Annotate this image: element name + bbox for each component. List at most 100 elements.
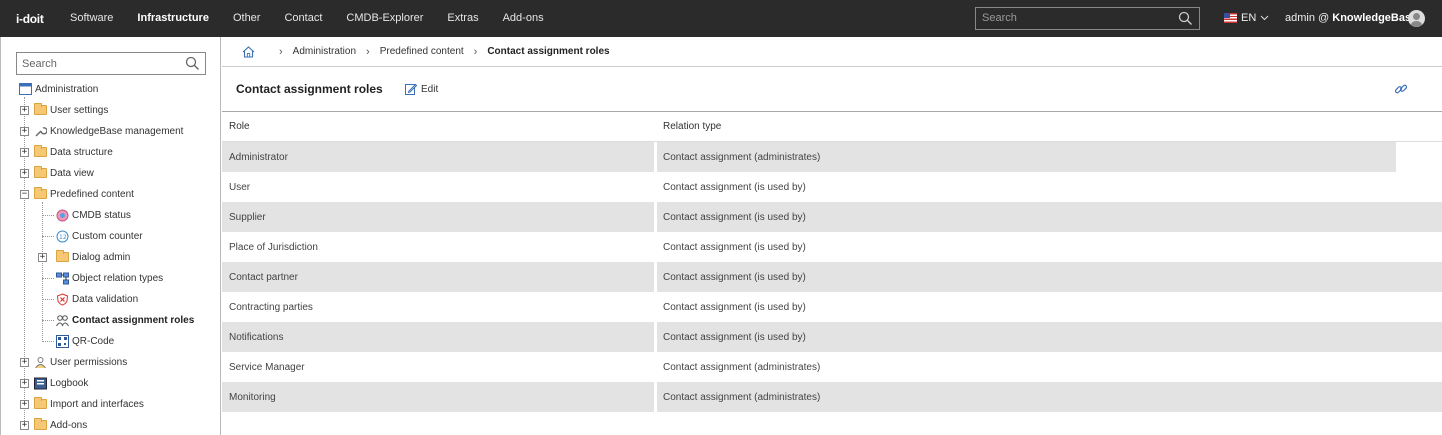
nav-item-add-ons[interactable]: Add-ons bbox=[491, 0, 556, 37]
tree-item-import-and-interfaces[interactable]: + Import and interfaces bbox=[20, 395, 144, 413]
user-menu[interactable]: admin @ KnowledgeBase bbox=[1285, 12, 1417, 24]
tree-item-label: Add-ons bbox=[50, 419, 88, 431]
roles-table: Role Relation type Administrator Contact… bbox=[222, 112, 1442, 412]
column-divider bbox=[654, 262, 657, 292]
tree-item-cmdb-status[interactable]: CMDB status bbox=[56, 206, 131, 224]
tree-line bbox=[42, 236, 54, 237]
table-row[interactable]: Contact partner Contact assignment (is u… bbox=[222, 262, 1442, 292]
tree-item-custom-counter[interactable]: 12 Custom counter bbox=[56, 227, 143, 245]
sidebar-search-input[interactable]: Search bbox=[16, 52, 206, 75]
tree-item-label: Import and interfaces bbox=[50, 398, 144, 410]
cell-role: Contact partner bbox=[229, 271, 298, 283]
cell-role: Service Manager bbox=[229, 362, 305, 373]
table-row[interactable]: Monitoring Contact assignment (administr… bbox=[222, 382, 1442, 412]
expand-icon[interactable]: + bbox=[20, 420, 29, 430]
edit-button-label: Edit bbox=[421, 83, 439, 95]
tree-item-qr-code[interactable]: QR-Code bbox=[56, 332, 114, 350]
tree-item-predefined-content[interactable]: − Predefined content bbox=[20, 185, 134, 203]
language-selector[interactable]: EN bbox=[1224, 12, 1269, 24]
column-header-role[interactable]: Role bbox=[222, 121, 656, 132]
tree-item-dialog-admin[interactable]: + Dialog admin bbox=[38, 248, 130, 266]
counter-icon: 12 bbox=[56, 230, 69, 243]
tree-root-administration[interactable]: Administration bbox=[19, 80, 98, 98]
tree-item-knowledgebase-management[interactable]: + KnowledgeBase management bbox=[20, 122, 183, 140]
table-header: Role Relation type bbox=[222, 112, 1442, 142]
tree-item-logbook[interactable]: + Logbook bbox=[20, 374, 88, 392]
table-row[interactable]: Administrator Contact assignment (admini… bbox=[222, 142, 1442, 172]
breadcrumb-item-predefined-content[interactable]: Predefined content bbox=[380, 46, 464, 57]
tree-item-label: Data view bbox=[50, 167, 94, 179]
expand-icon[interactable]: + bbox=[20, 168, 29, 178]
cell-role: Place of Jurisdiction bbox=[229, 242, 318, 253]
search-icon[interactable] bbox=[185, 56, 200, 71]
cell-role: Administrator bbox=[229, 151, 288, 163]
nav-item-other[interactable]: Other bbox=[221, 0, 273, 37]
collapse-icon[interactable]: − bbox=[20, 189, 29, 199]
column-divider bbox=[654, 142, 657, 172]
expand-icon[interactable]: + bbox=[20, 399, 29, 409]
cell-relation-type: Contact assignment (is used by) bbox=[663, 331, 806, 343]
tree-line bbox=[42, 278, 54, 279]
tree-line bbox=[42, 299, 54, 300]
table-row[interactable]: Notifications Contact assignment (is use… bbox=[222, 322, 1442, 352]
avatar-icon[interactable] bbox=[1408, 10, 1425, 27]
tree-item-add-ons[interactable]: + Add-ons bbox=[20, 416, 87, 434]
table-row[interactable]: Place of Jurisdiction Contact assignment… bbox=[222, 232, 1442, 262]
tree-item-label: QR-Code bbox=[72, 335, 115, 347]
tree-item-data-validation[interactable]: Data validation bbox=[56, 290, 138, 308]
home-icon[interactable] bbox=[242, 45, 255, 58]
table-row[interactable]: Service Manager Contact assignment (admi… bbox=[222, 352, 1442, 382]
tree-item-contact-assignment-roles[interactable]: Contact assignment roles bbox=[56, 311, 194, 329]
tree-item-label: Custom counter bbox=[72, 230, 143, 242]
cell-relation-type: Contact assignment (is used by) bbox=[663, 302, 806, 313]
tree-item-user-settings[interactable]: + User settings bbox=[20, 101, 108, 119]
tree-item-label: Contact assignment roles bbox=[72, 314, 195, 326]
cell-role: User bbox=[229, 182, 251, 193]
edit-button[interactable]: Edit bbox=[405, 83, 438, 95]
tree-item-data-view[interactable]: + Data view bbox=[20, 164, 94, 182]
nav-item-extras[interactable]: Extras bbox=[435, 0, 490, 37]
cell-relation-type: Contact assignment (administrates) bbox=[663, 362, 821, 373]
row-end bbox=[1396, 142, 1442, 172]
folder-icon bbox=[34, 418, 47, 430]
tree-line bbox=[42, 215, 54, 216]
tree-item-object-relation-types[interactable]: Object relation types bbox=[56, 269, 163, 287]
cell-role: Monitoring bbox=[229, 391, 276, 403]
tree-item-label: Predefined content bbox=[50, 188, 134, 200]
column-header-relation-type[interactable]: Relation type bbox=[656, 121, 721, 132]
expand-icon[interactable]: + bbox=[20, 147, 29, 157]
folder-icon bbox=[56, 250, 69, 262]
tree-line bbox=[42, 320, 54, 321]
table-row[interactable]: Contracting parties Contact assignment (… bbox=[222, 292, 1442, 322]
link-icon[interactable] bbox=[1394, 82, 1408, 96]
breadcrumb-item-administration[interactable]: Administration bbox=[293, 46, 356, 57]
qr-code-icon bbox=[56, 334, 69, 348]
page-header: Contact assignment roles Edit bbox=[222, 68, 1442, 112]
table-row[interactable]: User Contact assignment (is used by) bbox=[222, 172, 1442, 202]
tree-item-user-permissions[interactable]: + User permissions bbox=[20, 353, 127, 371]
cell-relation-type: Contact assignment (is used by) bbox=[663, 182, 806, 193]
expand-icon[interactable]: + bbox=[20, 357, 29, 367]
tree-item-label: Data structure bbox=[50, 146, 113, 158]
us-flag-icon bbox=[1224, 13, 1237, 23]
folder-icon bbox=[34, 397, 47, 409]
tree-item-label: Data validation bbox=[72, 293, 139, 305]
expand-icon[interactable]: + bbox=[20, 105, 29, 115]
app-logo[interactable]: i-doit bbox=[0, 12, 58, 26]
search-icon[interactable] bbox=[1178, 11, 1193, 26]
nav-item-cmdb-explorer[interactable]: CMDB-Explorer bbox=[334, 0, 435, 37]
expand-icon[interactable]: + bbox=[38, 252, 47, 262]
global-search-input[interactable]: Search bbox=[975, 7, 1200, 30]
cell-relation-type: Contact assignment (is used by) bbox=[663, 242, 806, 253]
expand-icon[interactable]: + bbox=[20, 126, 29, 136]
main-nav: Software Infrastructure Other Contact CM… bbox=[58, 0, 556, 37]
tree-item-data-structure[interactable]: + Data structure bbox=[20, 143, 113, 161]
page-title: Contact assignment roles bbox=[236, 82, 383, 96]
nav-item-software[interactable]: Software bbox=[58, 0, 125, 37]
table-row[interactable]: Supplier Contact assignment (is used by) bbox=[222, 202, 1442, 232]
nav-item-infrastructure[interactable]: Infrastructure bbox=[125, 0, 221, 37]
cell-role: Notifications bbox=[229, 331, 284, 343]
tree-item-label: Logbook bbox=[50, 377, 89, 389]
nav-item-contact[interactable]: Contact bbox=[272, 0, 334, 37]
expand-icon[interactable]: + bbox=[20, 378, 29, 388]
